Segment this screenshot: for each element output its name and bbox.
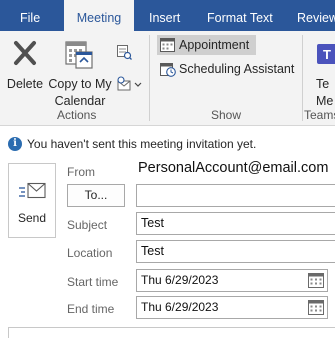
scheduling-calendar-icon <box>160 63 176 77</box>
calendar-picker-icon[interactable] <box>308 300 324 315</box>
teams-meeting-button[interactable]: T Te Me <box>306 37 335 105</box>
group-divider <box>149 35 150 121</box>
message-body[interactable] <box>8 327 335 338</box>
info-bar: i You haven't sent this meeting invitati… <box>0 134 335 154</box>
group-label-show: Show <box>211 108 242 122</box>
appointment-label: Appointment <box>179 38 250 52</box>
from-label: From <box>67 165 95 179</box>
info-message: You haven't sent this meeting invitation… <box>27 137 257 151</box>
appointment-calendar-icon <box>160 38 175 52</box>
send-button[interactable]: Send <box>8 163 56 238</box>
teams-icon: T <box>317 44 335 64</box>
delete-button[interactable]: Delete <box>4 37 46 105</box>
tab-file[interactable]: File <box>20 0 40 31</box>
ribbon-tab-bar: File Meeting Insert Format Text Review <box>0 0 335 31</box>
chevron-down-icon[interactable] <box>134 82 142 88</box>
subject-field[interactable]: Test <box>136 212 335 235</box>
info-icon: i <box>8 137 22 151</box>
end-date-field[interactable]: Thu 6/29/2023 <box>136 296 328 319</box>
reply-envelope-icon[interactable] <box>116 76 132 92</box>
svg-text:T: T <box>323 47 331 62</box>
delete-label: Delete <box>6 77 44 91</box>
send-envelope-icon <box>19 182 46 199</box>
tab-review[interactable]: Review <box>297 0 335 31</box>
group-label-actions: Actions <box>57 108 97 122</box>
start-date-field[interactable]: Thu 6/29/2023 <box>136 269 328 292</box>
teams-label-line1: Te <box>316 77 330 91</box>
scheduling-assistant-label: Scheduling Assistant <box>179 62 295 76</box>
to-field[interactable] <box>136 184 335 207</box>
end-date-value: Thu 6/29/2023 <box>141 300 219 314</box>
group-label-teams: Teams <box>304 108 335 122</box>
location-field[interactable]: Test <box>136 240 335 263</box>
location-label: Location <box>67 246 113 260</box>
ribbon: Delete Copy to My Calendar Actions Appoi… <box>0 31 335 126</box>
delete-x-icon <box>14 41 36 65</box>
start-date-value: Thu 6/29/2023 <box>141 273 219 287</box>
copy-to-my-calendar-button[interactable]: Copy to My Calendar <box>46 37 114 108</box>
copy-calendar-icon <box>65 41 93 69</box>
copy-to-my-calendar-label-line1: Copy to My <box>48 77 112 91</box>
group-divider <box>302 35 303 121</box>
tab-meeting[interactable]: Meeting <box>64 0 134 31</box>
forward-grid-icon[interactable] <box>116 44 132 60</box>
scheduling-assistant-button[interactable]: Scheduling Assistant <box>157 59 297 79</box>
appointment-button[interactable]: Appointment <box>157 35 256 55</box>
teams-label-line2: Me <box>316 94 334 105</box>
copy-to-my-calendar-label-line2: Calendar <box>54 94 106 108</box>
subject-label: Subject <box>67 218 108 232</box>
tab-insert[interactable]: Insert <box>149 0 180 31</box>
tab-format-text[interactable]: Format Text <box>207 0 273 31</box>
end-time-label: End time <box>67 302 115 316</box>
from-value[interactable]: PersonalAccount@email.com <box>138 160 328 176</box>
to-button[interactable]: To... <box>67 184 125 207</box>
start-time-label: Start time <box>67 275 119 289</box>
send-label: Send <box>17 211 47 225</box>
calendar-picker-icon[interactable] <box>308 273 324 288</box>
